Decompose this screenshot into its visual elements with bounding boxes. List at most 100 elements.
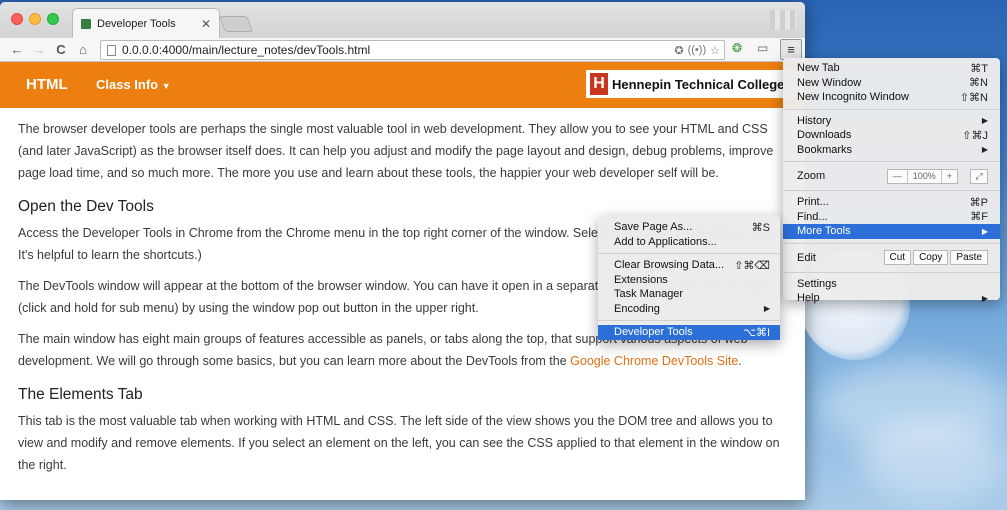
menu-item-settings[interactable]: Settings [783, 277, 1000, 292]
menu-label: Settings [797, 277, 837, 290]
address-bar[interactable]: 0.0.0.0:4000/main/lecture_notes/devTools… [100, 40, 725, 60]
elements-paragraph: This tab is the most valuable tab when w… [18, 414, 780, 472]
menu-label: Bookmarks [797, 143, 853, 156]
devtools-site-link[interactable]: Google Chrome DevTools Site [570, 354, 738, 368]
menu-label: Save Page As... [614, 221, 693, 234]
intro-paragraph: The browser developer tools are perhaps … [18, 122, 774, 180]
class-info-label: Class Info [96, 77, 159, 92]
menu-label: Print... [797, 196, 829, 209]
menu-item-add-to-applications[interactable]: Add to Applications... [598, 235, 780, 250]
menu-label: New Tab [797, 62, 840, 75]
menu-item-new-tab[interactable]: New Tab ⌘T [783, 61, 1000, 76]
fullscreen-icon[interactable]: ⤢ [970, 168, 988, 184]
menu-item-save-page[interactable]: Save Page As... ⌘S [598, 220, 780, 235]
close-tab-icon[interactable]: ✕ [201, 17, 211, 31]
menu-item-bookmarks[interactable]: Bookmarks ▶ [783, 143, 1000, 158]
zoom-level: 100% [908, 169, 942, 183]
page-icon [107, 44, 116, 56]
menu-shortcut: ⌘S [751, 221, 770, 234]
menu-label: Find... [797, 210, 828, 223]
menu-item-downloads[interactable]: Downloads ⇧⌘J [783, 128, 1000, 143]
home-button[interactable]: ⌂ [72, 42, 94, 57]
reload-button[interactable]: C [50, 42, 72, 57]
menu-label: Developer Tools [614, 326, 693, 339]
bookmark-star-icon[interactable]: ☆ [710, 44, 720, 57]
evernote-icon[interactable]: ❂ [732, 41, 742, 55]
menu-item-history[interactable]: History ▶ [783, 114, 1000, 129]
chrome-main-menu: New Tab ⌘T New Window ⌘N New Incognito Win… [783, 58, 1000, 304]
zoom-window-button[interactable] [47, 13, 59, 25]
heading-elements-tab: The Elements Tab [18, 386, 143, 403]
tab-strip: Developer Tools ✕ [0, 2, 805, 38]
paste-button[interactable]: Paste [950, 250, 988, 265]
submenu-arrow-icon: ▶ [981, 293, 988, 303]
menu-item-task-manager[interactable]: Task Manager [598, 287, 780, 302]
menu-item-help[interactable]: Help ▶ [783, 291, 1000, 306]
cut-button[interactable]: Cut [883, 250, 912, 265]
minimize-window-button[interactable] [29, 13, 41, 25]
url-text[interactable]: 0.0.0.0:4000/main/lecture_notes/devTools… [122, 43, 674, 57]
menu-item-extensions[interactable]: Extensions [598, 273, 780, 288]
chrome-menu-button[interactable]: ≡ [780, 39, 802, 60]
college-logo-mark: H [590, 73, 608, 95]
back-button[interactable]: ← [6, 42, 28, 57]
menu-item-clear-browsing-data[interactable]: Clear Browsing Data... ⇧⌘⌫ [598, 258, 780, 273]
menu-item-new-window[interactable]: New Window ⌘N [783, 76, 1000, 91]
menu-separator [598, 253, 780, 254]
menu-shortcut: ⇧⌘J [962, 129, 988, 142]
new-tab-button[interactable] [219, 16, 253, 32]
menu-label: History [797, 114, 832, 127]
menu-label: Extensions [614, 273, 668, 286]
menu-shortcut: ⌘N [969, 77, 988, 90]
close-window-button[interactable] [11, 13, 23, 25]
menu-label: Downloads [797, 129, 852, 142]
cast-screen-icon[interactable]: ▭ [757, 41, 768, 55]
menu-item-find[interactable]: Find... ⌘F [783, 210, 1000, 225]
submenu-arrow-icon: ▶ [981, 145, 988, 155]
more-tools-submenu: Save Page As... ⌘S Add to Applications...… [598, 216, 780, 340]
college-logo-text: Hennepin Technical College [612, 76, 785, 92]
heading-open-dev-tools: Open the Dev Tools [18, 198, 154, 215]
menu-label: Edit [797, 251, 816, 264]
profile-avatar[interactable] [770, 10, 796, 30]
zoom-control: — 100% + [886, 168, 958, 184]
caret-down-icon: ▼ [161, 81, 171, 91]
submenu-arrow-icon: ▶ [763, 304, 770, 314]
menu-item-new-incognito[interactable]: New Incognito Window ⇧⌘N [783, 90, 1000, 105]
zoom-in-button[interactable]: + [942, 170, 957, 183]
extension-icon[interactable]: ✪ [674, 44, 683, 57]
menu-separator [783, 190, 1000, 191]
menu-item-encoding[interactable]: Encoding ▶ [598, 302, 780, 317]
menu-item-zoom: Zoom — 100% + ⤢ [783, 166, 1000, 186]
browser-tab[interactable]: Developer Tools ✕ [72, 8, 220, 38]
menu-separator [598, 320, 780, 321]
copy-button[interactable]: Copy [913, 250, 949, 265]
menu-item-developer-tools[interactable]: Developer Tools ⌥⌘I [598, 325, 780, 340]
zoom-out-button[interactable]: — [888, 169, 908, 183]
menu-item-more-tools[interactable]: More Tools ▶ [783, 224, 1000, 239]
menu-label: Clear Browsing Data... [614, 259, 725, 272]
menu-shortcut: ⇧⌘N [959, 91, 988, 104]
menu-label: Zoom [797, 170, 826, 182]
menu-label: Task Manager [614, 288, 684, 301]
tab-title: Developer Tools [97, 17, 176, 30]
menu-separator [783, 242, 1000, 244]
menu-shortcut: ⌘P [969, 196, 988, 209]
menu-label: Help [797, 292, 820, 305]
menu-item-print[interactable]: Print... ⌘P [783, 195, 1000, 210]
menu-label: Add to Applications... [614, 235, 717, 248]
forward-button[interactable]: → [28, 42, 50, 57]
menu-label: Encoding [614, 302, 660, 315]
menu-item-edit: Edit Cut Copy Paste [783, 248, 1000, 268]
college-logo[interactable]: H Hennepin Technical College [586, 70, 805, 98]
class-info-dropdown[interactable]: Class Info ▼ [96, 77, 171, 92]
favicon-icon [81, 18, 91, 29]
site-brand[interactable]: HTML [26, 76, 68, 93]
desktop-cloud [860, 420, 1007, 500]
menu-separator [783, 271, 1000, 273]
browser-toolbar: ← → C ⌂ 0.0.0.0:4000/main/lecture_notes/… [0, 38, 805, 62]
menu-shortcut: ⌘T [970, 62, 988, 75]
site-navbar: HTML Class Info ▼ H Hennepin Technical C… [0, 62, 805, 108]
submenu-arrow-icon: ▶ [981, 116, 988, 126]
cast-icon[interactable]: ((•)) [688, 44, 707, 57]
